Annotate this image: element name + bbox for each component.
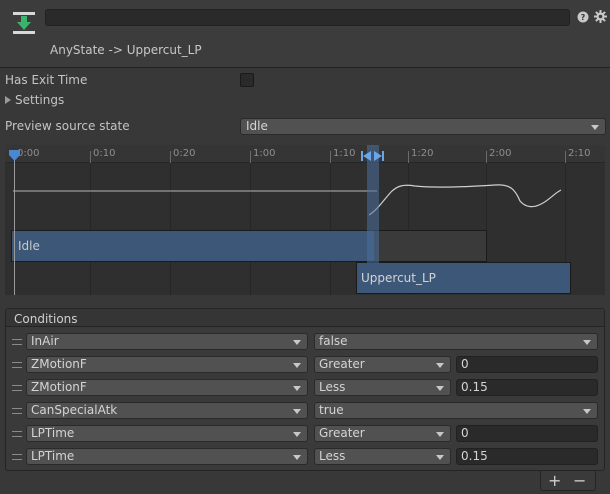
- condition-parameter-select[interactable]: LPTime: [26, 448, 308, 465]
- settings-foldout-label[interactable]: Settings: [15, 93, 64, 107]
- condition-value-input[interactable]: 0: [456, 356, 598, 373]
- playhead-line: [14, 159, 15, 295]
- ruler-tick: [565, 151, 566, 163]
- help-icon[interactable]: ?: [577, 11, 589, 23]
- ruler-label: 1:10: [333, 148, 356, 159]
- playhead-marker-icon[interactable]: [9, 150, 20, 161]
- chevron-down-icon: [293, 386, 301, 391]
- condition-parameter-select[interactable]: ZMotionF: [26, 356, 308, 373]
- preview-source-value: Idle: [246, 119, 268, 133]
- ruler-label: 2:10: [568, 148, 591, 159]
- ruler-label: 0:10: [93, 148, 116, 159]
- condition-value-input[interactable]: 0: [456, 425, 598, 442]
- drag-handle-icon[interactable]: [12, 454, 22, 460]
- transition-end-handle[interactable]: [374, 150, 384, 161]
- chevron-down-icon: [436, 363, 444, 368]
- ruler-label: 0:20: [173, 148, 196, 159]
- chevron-down-icon: [591, 125, 599, 130]
- source-state-label: Idle: [18, 239, 40, 253]
- condition-parameter-value: CanSpecialAtk: [31, 403, 118, 417]
- condition-mode-value: true: [319, 403, 344, 417]
- condition-mode-value: Greater: [319, 426, 365, 440]
- condition-mode-value: false: [319, 334, 348, 348]
- condition-row[interactable]: CanSpecialAtk true: [6, 402, 604, 422]
- ruler-tick: [90, 151, 91, 163]
- chevron-down-icon: [293, 363, 301, 368]
- chevron-down-icon: [293, 432, 301, 437]
- condition-parameter-value: InAir: [31, 334, 59, 348]
- chevron-down-icon: [436, 432, 444, 437]
- condition-row[interactable]: InAir false: [6, 333, 604, 353]
- settings-foldout-arrow-icon[interactable]: [5, 96, 11, 104]
- condition-mode-value: Less: [319, 449, 346, 463]
- condition-mode-value: Greater: [319, 357, 365, 371]
- ruler-label: 1:00: [253, 148, 276, 159]
- condition-mode-select[interactable]: Greater: [314, 356, 451, 373]
- conditions-title: Conditions: [14, 312, 78, 326]
- condition-parameter-value: ZMotionF: [31, 357, 87, 371]
- transition-graph: [5, 163, 605, 231]
- ruler-tick: [408, 151, 409, 163]
- svg-text:?: ?: [581, 13, 586, 22]
- ruler-tick: [330, 151, 331, 163]
- drag-handle-icon[interactable]: [12, 431, 22, 437]
- remove-condition-button[interactable]: −: [573, 471, 586, 490]
- transition-timeline[interactable]: 0:00 0:10 0:20 1:00 1:10 1:20 2:00 2:10 …: [5, 145, 605, 295]
- condition-parameter-value: ZMotionF: [31, 380, 87, 394]
- condition-parameter-value: LPTime: [31, 426, 75, 440]
- chevron-down-icon: [293, 455, 301, 460]
- condition-mode-select[interactable]: Less: [314, 379, 451, 396]
- drag-handle-icon[interactable]: [12, 385, 22, 391]
- chevron-down-icon: [293, 409, 301, 414]
- condition-parameter-select[interactable]: InAir: [26, 333, 308, 350]
- condition-row[interactable]: LPTime Greater 0: [6, 425, 604, 445]
- source-state-bar-fill: [12, 231, 374, 261]
- drag-handle-icon[interactable]: [12, 362, 22, 368]
- has-exit-time-label: Has Exit Time: [5, 73, 88, 87]
- has-exit-time-checkbox[interactable]: [240, 73, 254, 87]
- ruler-label: 1:20: [411, 148, 434, 159]
- condition-row[interactable]: LPTime Less 0.15: [6, 448, 604, 468]
- condition-mode-select[interactable]: Greater: [314, 425, 451, 442]
- condition-mode-select[interactable]: Less: [314, 448, 451, 465]
- transition-title: AnyState -> Uppercut_LP: [50, 43, 202, 57]
- conditions-header: [6, 309, 604, 327]
- condition-mode-select[interactable]: true: [314, 402, 598, 419]
- condition-row[interactable]: ZMotionF Greater 0: [6, 356, 604, 376]
- transition-icon: [11, 10, 37, 36]
- preview-source-label: Preview source state: [5, 119, 130, 133]
- gear-icon[interactable]: [594, 10, 607, 23]
- condition-row[interactable]: ZMotionF Less 0.15: [6, 379, 604, 399]
- condition-value-input[interactable]: 0.15: [456, 448, 598, 465]
- ruler-tick: [250, 151, 251, 163]
- add-condition-button[interactable]: +: [548, 471, 561, 490]
- condition-parameter-select[interactable]: LPTime: [26, 425, 308, 442]
- ruler-tick: [486, 151, 487, 163]
- condition-mode-value: Less: [319, 380, 346, 394]
- preview-source-select[interactable]: Idle: [240, 118, 606, 135]
- chevron-down-icon: [583, 340, 591, 345]
- conditions-list: Conditions InAir false ZMotionF Greater …: [5, 308, 605, 471]
- chevron-down-icon: [436, 386, 444, 391]
- drag-handle-icon[interactable]: [12, 408, 22, 414]
- drag-handle-icon[interactable]: [12, 339, 22, 345]
- transition-duration-band[interactable]: [367, 145, 379, 263]
- ruler-tick: [170, 151, 171, 163]
- transition-name-input[interactable]: [45, 9, 570, 26]
- chevron-down-icon: [293, 340, 301, 345]
- condition-parameter-select[interactable]: ZMotionF: [26, 379, 308, 396]
- transition-start-handle[interactable]: [361, 150, 371, 161]
- destination-state-label: Uppercut_LP: [361, 271, 436, 285]
- ruler-label: 2:00: [489, 148, 512, 159]
- ruler-label: 0:00: [17, 148, 40, 159]
- condition-parameter-select[interactable]: CanSpecialAtk: [26, 402, 308, 419]
- chevron-down-icon: [436, 455, 444, 460]
- condition-parameter-value: LPTime: [31, 449, 75, 463]
- chevron-down-icon: [583, 409, 591, 414]
- condition-value-input[interactable]: 0.15: [456, 379, 598, 396]
- condition-mode-select[interactable]: false: [314, 333, 598, 350]
